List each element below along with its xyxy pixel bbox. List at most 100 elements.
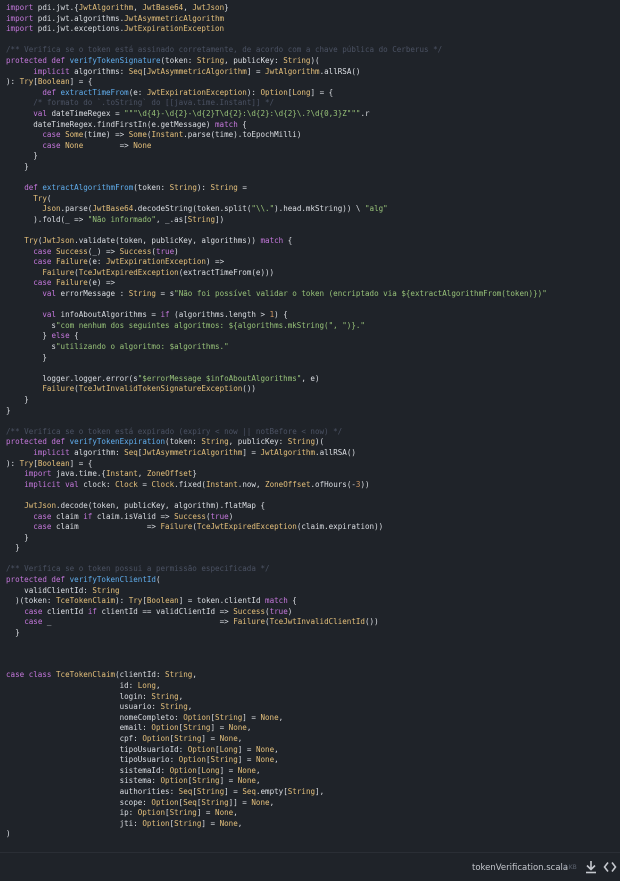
code-token: case: [24, 606, 47, 616]
code-token: None: [255, 755, 275, 765]
code-line: } else {: [6, 331, 547, 342]
code-line: protected def verifyTokenExpiration(toke…: [6, 437, 547, 448]
code-token: extractAlgorithmFrom: [42, 183, 134, 193]
code-token: ] =: [219, 765, 238, 775]
code-token: ] = {: [69, 77, 93, 87]
download-icon[interactable]: [584, 859, 598, 875]
code-token: algorithm:: [74, 447, 125, 457]
code-token: ] =: [219, 776, 238, 786]
code-token: implicit: [33, 66, 75, 76]
code-line: }: [6, 543, 547, 554]
code-token: cpf:: [6, 733, 143, 743]
code-line: ): Try[Boolean] = {: [6, 459, 547, 470]
code-token: Failure: [55, 278, 88, 288]
code-token: ,: [133, 3, 143, 12]
code-line: }: [6, 395, 547, 406]
code-token: ,: [137, 469, 147, 479]
code-token: ]] =: [228, 797, 252, 807]
code-token: JwtAsymmetricAlgorithm: [146, 66, 247, 76]
code-token: import: [6, 3, 34, 12]
code-token: Instant: [151, 130, 184, 140]
code-token: tipoUsuario:: [6, 755, 179, 765]
code-token: case: [42, 130, 66, 140]
code-token: JwtExpirationException: [105, 257, 206, 267]
code-token: )(token:: [6, 596, 56, 606]
code-token: , _.as[: [155, 214, 188, 224]
code-token: import: [6, 24, 34, 34]
code-embed-icon[interactable]: [603, 859, 617, 875]
code-token: "\\.": [251, 204, 275, 214]
code-token: ZoneOffset: [265, 479, 311, 489]
code-token: String: [187, 214, 216, 224]
code-token: ).fold(_ =>: [6, 214, 88, 224]
code-token: /** Verifica se o token está expirado (e…: [6, 426, 343, 436]
code-token: (claim.expiration)): [296, 522, 384, 532]
code-token: Seq: [183, 797, 197, 807]
code-token: ] =: [224, 786, 243, 796]
code-line: import java.time.{Instant, ZoneOffset}: [6, 469, 547, 480]
code-viewer: import pdi.jwt.{JwtAlgorithm, JwtBase64,…: [0, 0, 620, 852]
code-token: /** Verifica se o token está assinado co…: [6, 45, 443, 55]
code-token: Option: [160, 776, 188, 786]
code-token: }: [6, 352, 47, 362]
code-line: sistemaId: Option[Long] = None,: [6, 766, 547, 777]
code-token: claim =>: [55, 522, 161, 532]
code-token: "alg": [365, 204, 388, 214]
code-token: /** Verifica se o token possui a permiss…: [6, 564, 270, 574]
code-line: case Some(time) => Some(Instant.parse(ti…: [6, 130, 547, 141]
code-token: extractTimeFrom: [60, 87, 129, 97]
code-token: JwtAlgorithm: [78, 3, 134, 12]
code-token: true: [155, 246, 175, 256]
code-token: true: [269, 606, 288, 616]
code-token: scope:: [6, 797, 152, 807]
code-token: ): [287, 606, 293, 616]
code-line: cpf: Option[String] = None,: [6, 734, 547, 745]
code-token: Option: [151, 723, 179, 733]
code-token: import: [24, 469, 52, 479]
code-token: ,: [255, 765, 261, 775]
code-token: ] =: [201, 733, 220, 743]
code-line: /** Verifica se o token está assinado co…: [6, 45, 547, 56]
code-token: String: [128, 289, 156, 299]
code-token: Seq: [124, 447, 138, 457]
code-token: tipoUsuarioId:: [6, 744, 188, 754]
code-token: Option: [142, 733, 170, 743]
code-line: usuario: String,: [6, 702, 547, 713]
code-token: ,: [274, 744, 279, 754]
code-line: case Success(_) => Success(true): [6, 247, 547, 258]
code-line: Failure(TceJwtInvalidTokenSignatureExcep…: [6, 384, 547, 395]
code-token: validClientId:: [6, 585, 93, 595]
code-token: logger.logger.error(s: [6, 373, 138, 383]
code-token: (_) =>: [87, 246, 120, 256]
code-token: ] = token.clientId: [178, 596, 266, 606]
code-token: }: [6, 532, 29, 542]
code-token: case: [42, 140, 66, 150]
code-token: errorMessage :: [60, 289, 129, 299]
code-token: .decodeString(token.split(: [133, 204, 252, 214]
code-token: JwtJson: [192, 3, 225, 12]
code-token: .parse(: [60, 204, 93, 214]
code-token: Try: [24, 236, 38, 246]
code-token: "Não informado": [87, 214, 156, 224]
code-token: ()): [242, 384, 256, 394]
code-token: Instant: [205, 479, 238, 489]
code-token: dateTimeRegex =: [51, 108, 125, 118]
code-token: implicit: [33, 447, 75, 457]
code-token: case: [33, 246, 56, 256]
code-token: }: [6, 405, 11, 415]
code-line: scope: Option[Seq[String]] = None,: [6, 798, 547, 809]
code-token: Option: [183, 712, 211, 722]
code-token: }: [224, 3, 229, 12]
code-token: claim.isValid =>: [92, 511, 175, 521]
